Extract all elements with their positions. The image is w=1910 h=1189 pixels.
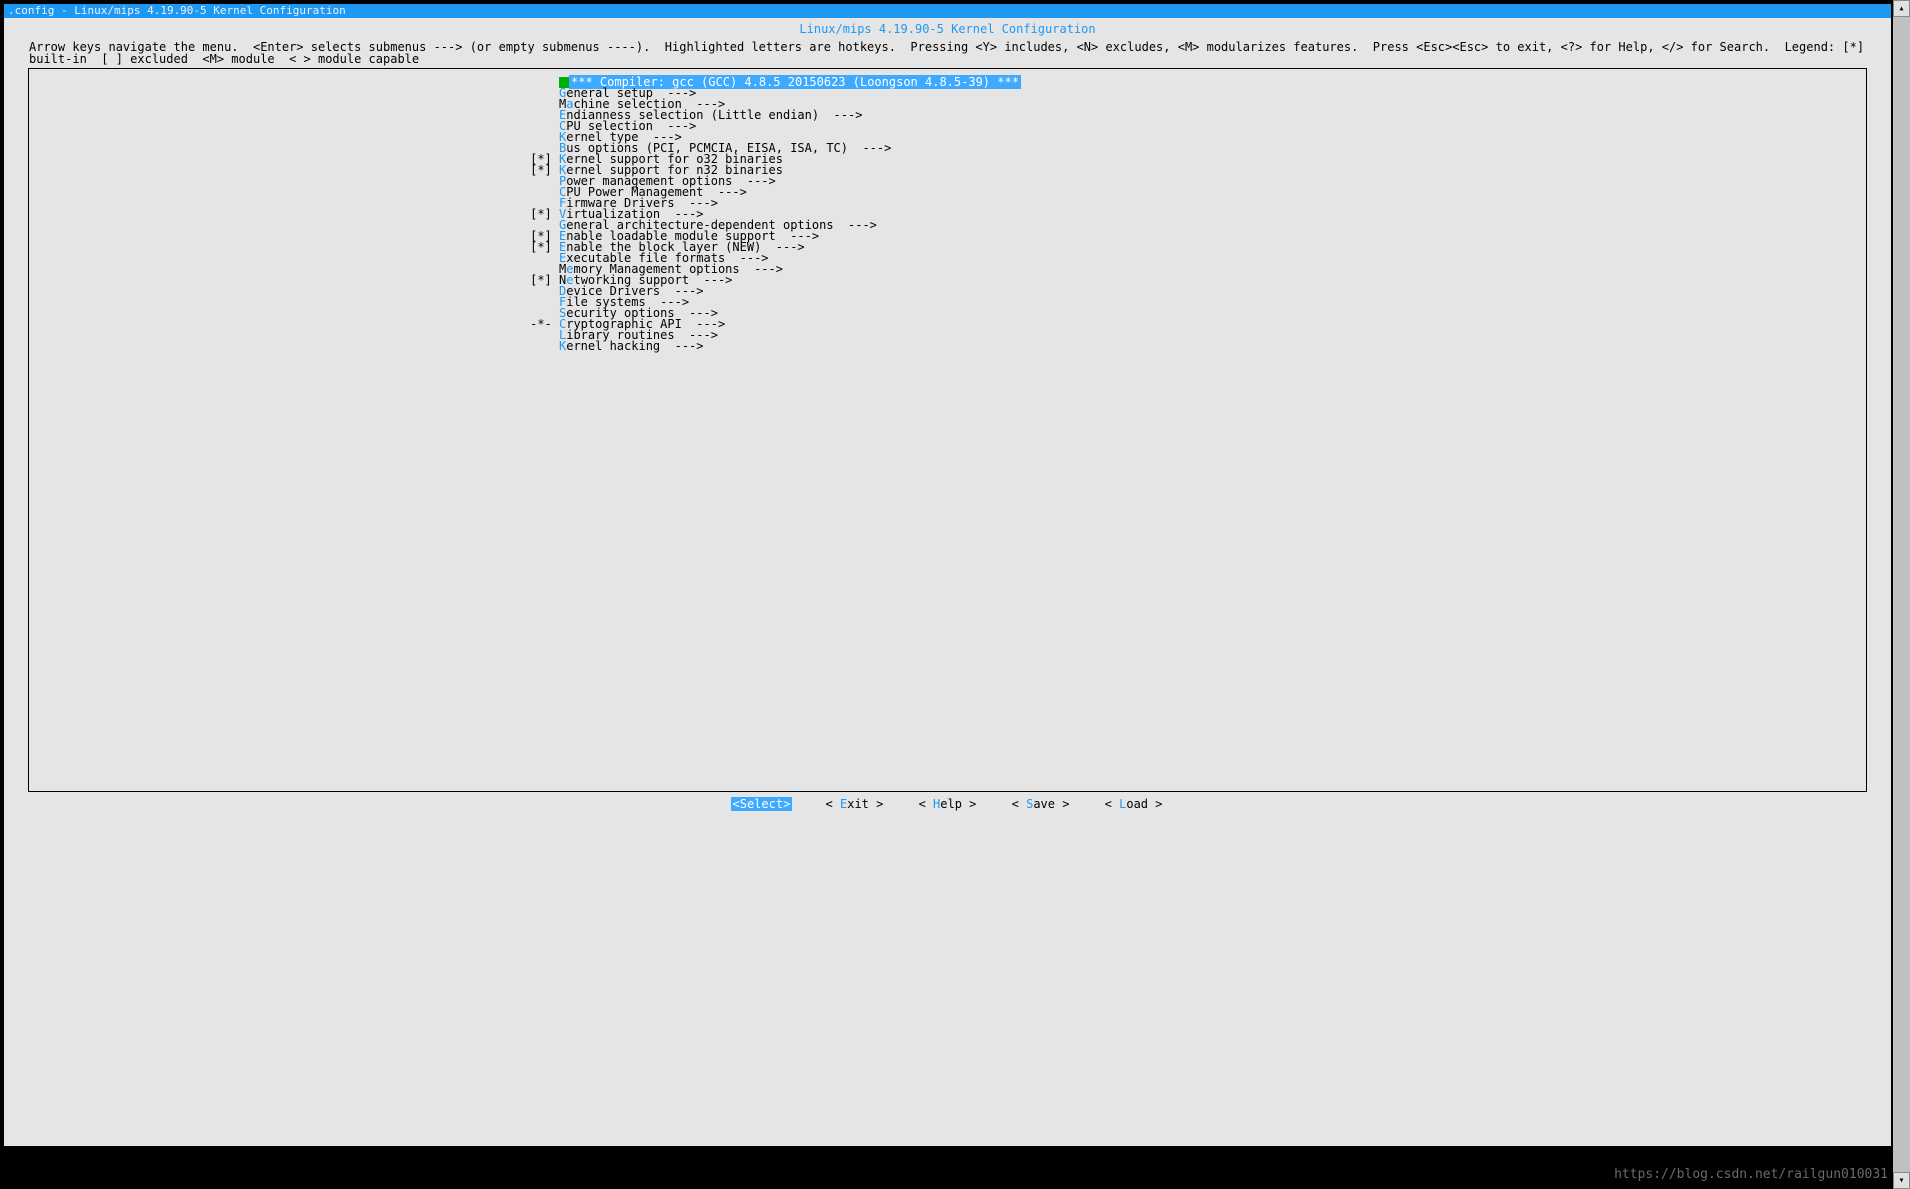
menu-item-prefix: [*] [29, 231, 559, 242]
menu-title: Linux/mips 4.19.90-5 Kernel Configuratio… [4, 22, 1891, 36]
menu-item-prefix [29, 187, 559, 198]
menu-item[interactable]: CPU selection ---> [29, 121, 1866, 132]
exit-button[interactable]: < Exit > [824, 797, 886, 811]
menu-item[interactable]: General setup ---> [29, 88, 1866, 99]
menu-item-prefix [29, 330, 559, 341]
menu-item-prefix: [*] [29, 275, 559, 286]
scroll-up-icon[interactable]: ▴ [1893, 0, 1910, 17]
menu-item[interactable]: Machine selection ---> [29, 99, 1866, 110]
menu-item[interactable]: General architecture-dependent options -… [29, 220, 1866, 231]
menu-item[interactable]: *** Compiler: gcc (GCC) 4.8.5 20150623 (… [29, 77, 1866, 88]
menu-item-label: *** Compiler: gcc (GCC) 4.8.5 20150623 (… [559, 77, 1866, 88]
menu-item[interactable]: Endianness selection (Little endian) ---… [29, 110, 1866, 121]
menu-item-label: Endianness selection (Little endian) ---… [559, 110, 1866, 121]
bottom-strip [3, 1146, 1892, 1160]
menu-item-prefix [29, 110, 559, 121]
menu-item[interactable]: Bus options (PCI, PCMCIA, EISA, ISA, TC)… [29, 143, 1866, 154]
watermark: https://blog.csdn.net/railgun010031 [1614, 1167, 1888, 1182]
menu-item[interactable]: [*] Virtualization ---> [29, 209, 1866, 220]
menu-item-prefix [29, 198, 559, 209]
menu-item[interactable]: [*] Enable loadable module support ---> [29, 231, 1866, 242]
menu-item-label: Firmware Drivers ---> [559, 198, 1866, 209]
menu-item-label: Device Drivers ---> [559, 286, 1866, 297]
menu-item[interactable]: [*] Networking support ---> [29, 275, 1866, 286]
scrollbar[interactable]: ▴ ▾ [1893, 0, 1910, 1189]
menu-item[interactable]: [*] Kernel support for o32 binaries [29, 154, 1866, 165]
menu-item-label: Power management options ---> [559, 176, 1866, 187]
menu-item-prefix [29, 176, 559, 187]
load-button[interactable]: < Load > [1103, 797, 1165, 811]
menu-item-label: Library routines ---> [559, 330, 1866, 341]
menu-item[interactable]: Kernel hacking ---> [29, 341, 1866, 352]
window-title: .config - Linux/mips 4.19.90-5 Kernel Co… [8, 4, 346, 17]
menu-box: *** Compiler: gcc (GCC) 4.8.5 20150623 (… [28, 68, 1867, 792]
menu-item[interactable]: Power management options ---> [29, 176, 1866, 187]
menu-item-prefix: [*] [29, 154, 559, 165]
terminal-window: .config - Linux/mips 4.19.90-5 Kernel Co… [3, 3, 1892, 1160]
menu-item-prefix [29, 77, 559, 88]
menu-item-label: File systems ---> [559, 297, 1866, 308]
menu-item-prefix [29, 308, 559, 319]
menu-item[interactable]: Executable file formats ---> [29, 253, 1866, 264]
menu-item-prefix [29, 341, 559, 352]
menu-item-prefix [29, 286, 559, 297]
menu-item-prefix [29, 132, 559, 143]
menu-content: *** Compiler: gcc (GCC) 4.8.5 20150623 (… [29, 77, 1866, 352]
menu-item-prefix [29, 121, 559, 132]
menu-item[interactable]: Device Drivers ---> [29, 286, 1866, 297]
help-text: Arrow keys navigate the menu. <Enter> se… [4, 38, 1891, 68]
menu-item-prefix: [*] [29, 165, 559, 176]
menu-item-prefix [29, 264, 559, 275]
menu-item-prefix [29, 253, 559, 264]
menu-item[interactable]: File systems ---> [29, 297, 1866, 308]
menu-item-prefix: [*] [29, 209, 559, 220]
menu-item-label: CPU selection ---> [559, 121, 1866, 132]
menu-item-label: General setup ---> [559, 88, 1866, 99]
menu-item-prefix [29, 297, 559, 308]
menu-item-prefix [29, 220, 559, 231]
menu-item-label: CPU Power Management ---> [559, 187, 1866, 198]
menu-item[interactable]: Memory Management options ---> [29, 264, 1866, 275]
menu-item-prefix: [*] [29, 242, 559, 253]
menu-item[interactable]: Security options ---> [29, 308, 1866, 319]
window-title-bar: .config - Linux/mips 4.19.90-5 Kernel Co… [4, 4, 1891, 18]
menu-item[interactable]: Firmware Drivers ---> [29, 198, 1866, 209]
select-button[interactable]: <Select> [731, 797, 793, 811]
menu-item[interactable]: [*] Enable the block layer (NEW) ---> [29, 242, 1866, 253]
menu-item-label: Networking support ---> [559, 275, 1866, 286]
menu-item-label: Memory Management options ---> [559, 264, 1866, 275]
help-button[interactable]: < Help > [917, 797, 979, 811]
menu-item-label: Kernel hacking ---> [559, 341, 1866, 352]
scroll-down-icon[interactable]: ▾ [1893, 1172, 1910, 1189]
menu-item[interactable]: CPU Power Management ---> [29, 187, 1866, 198]
menu-item[interactable]: Library routines ---> [29, 330, 1866, 341]
menu-item-prefix [29, 99, 559, 110]
menu-item[interactable]: -*- Cryptographic API ---> [29, 319, 1866, 330]
menu-item-prefix: -*- [29, 319, 559, 330]
buttons-row: <Select> < Exit > < Help > < Save > < Lo… [4, 794, 1891, 814]
menu-item-prefix [29, 88, 559, 99]
menu-item-label: Security options ---> [559, 308, 1866, 319]
menu-item-prefix [29, 143, 559, 154]
menu-item-label: Cryptographic API ---> [559, 319, 1866, 330]
menu-item[interactable]: Kernel type ---> [29, 132, 1866, 143]
menu-item[interactable]: [*] Kernel support for n32 binaries [29, 165, 1866, 176]
save-button[interactable]: < Save > [1010, 797, 1072, 811]
